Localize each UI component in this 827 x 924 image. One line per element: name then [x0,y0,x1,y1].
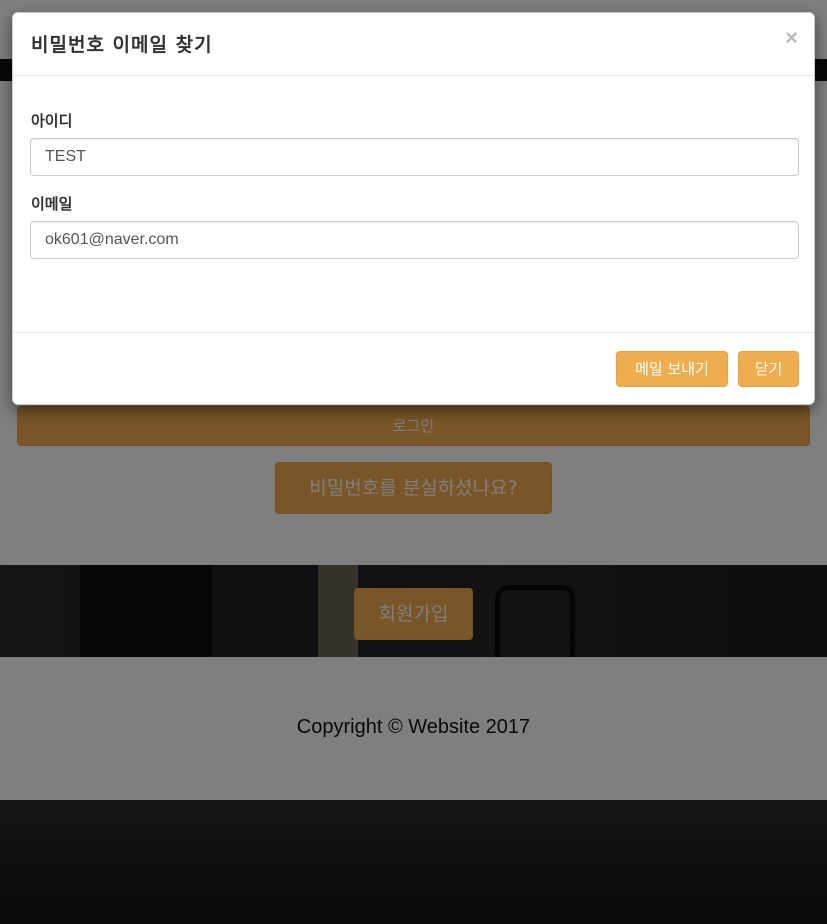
id-label: 아이디 [31,112,73,130]
modal-title: 비밀번호 이메일 찾기 [31,34,213,56]
id-input[interactable] [30,138,799,176]
modal-footer-divider [13,332,814,333]
email-input[interactable] [30,221,799,259]
close-button[interactable]: 닫기 [738,351,799,387]
find-password-modal: 비밀번호 이메일 찾기 × 아이디 이메일 메일 보내기 닫기 [12,12,815,405]
modal-header: 비밀번호 이메일 찾기 × [13,13,814,76]
email-label: 이메일 [31,195,73,213]
close-icon[interactable]: × [785,25,798,51]
send-email-button[interactable]: 메일 보내기 [616,351,728,387]
